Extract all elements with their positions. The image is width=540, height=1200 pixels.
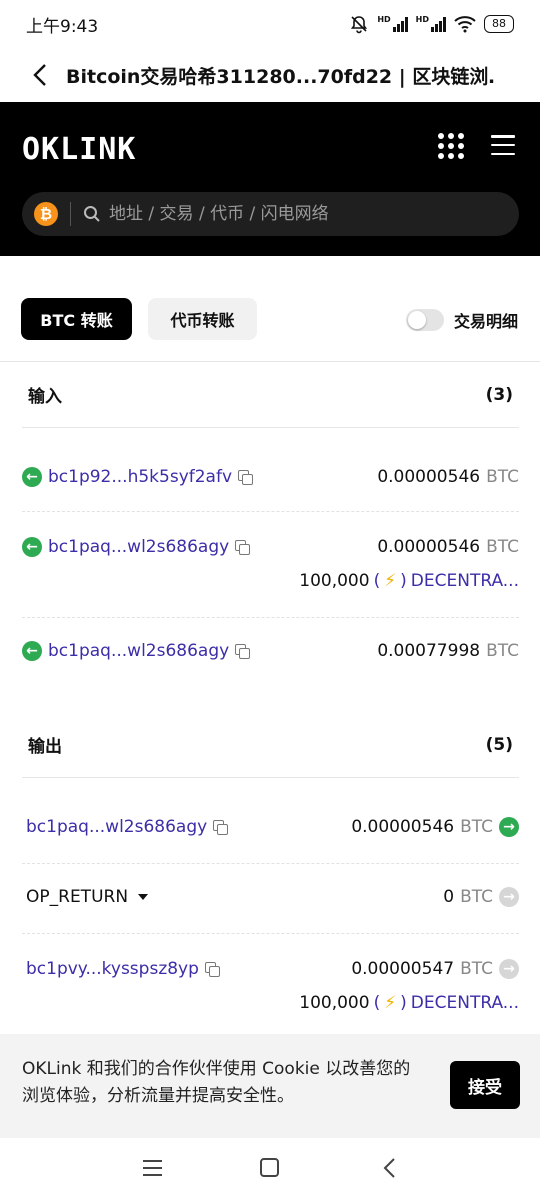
input-row: ← bc1paq...wl2s686agy 0.00000546 BTC 100…: [22, 512, 519, 618]
output-arrow-icon: →: [499, 887, 519, 907]
output-amount: 0.00000546: [351, 817, 455, 837]
oklink-logo[interactable]: OKLINK: [22, 132, 136, 167]
signal-icon-1: [392, 16, 408, 32]
output-amount: 0.00000547: [351, 959, 455, 979]
inputs-label: 输入: [28, 387, 62, 407]
output-row: bc1pvy...kysspsz8yp 0.00000547 BTC → 100…: [22, 934, 519, 1034]
detail-toggle-label: 交易明细: [453, 312, 518, 331]
outputs-label: 输出: [28, 737, 62, 757]
token-name[interactable]: DECENTRA...: [411, 571, 519, 591]
dropdown-caret-icon[interactable]: [138, 894, 149, 900]
bitcoin-chain-icon[interactable]: ₿: [34, 202, 58, 226]
battery-icon: 88: [484, 15, 514, 33]
accept-cookie-button[interactable]: 接受: [450, 1061, 520, 1109]
copy-icon[interactable]: [213, 819, 229, 835]
cookie-banner: OKLink 和我们的合作伙伴使用 Cookie 以改善您的浏览体验，分析流量并…: [0, 1034, 540, 1138]
copy-icon[interactable]: [235, 539, 251, 555]
tab-btc-transfer[interactable]: BTC 转账: [21, 298, 132, 340]
token-paren-close: ): [400, 571, 407, 591]
inputs-count: (3): [485, 384, 513, 405]
output-address[interactable]: bc1pvy...kysspsz8yp: [26, 959, 199, 979]
input-unit: BTC: [486, 537, 519, 557]
input-arrow-icon: ←: [22, 641, 42, 661]
hd-badge-2: HD: [415, 14, 429, 24]
browser-title-bar: Bitcoin交易哈希311280...70fd22 | 区块链浏…: [0, 48, 540, 102]
input-address[interactable]: bc1paq...wl2s686agy: [48, 537, 229, 557]
back-arrow-icon[interactable]: [26, 61, 54, 89]
input-row: ← bc1paq...wl2s686agy 0.00077998 BTC: [22, 618, 519, 688]
home-icon[interactable]: [260, 1158, 279, 1177]
search-input[interactable]: [109, 204, 489, 224]
copy-icon[interactable]: [238, 469, 254, 485]
detail-toggle-switch[interactable]: [405, 309, 444, 331]
inputs-header: 输入 (3): [22, 362, 519, 428]
status-bar: 上午9:43 HD HD 88: [0, 0, 540, 48]
recent-apps-icon[interactable]: [143, 1160, 162, 1176]
token-paren-open: (: [373, 993, 381, 1013]
wifi-icon: [454, 16, 476, 33]
output-row: bc1paq...wl2s686agy 0.00000546 BTC →: [22, 794, 519, 864]
output-amount: 0: [443, 887, 455, 907]
input-address[interactable]: bc1paq...wl2s686agy: [48, 641, 229, 661]
status-time: 上午9:43: [26, 16, 99, 37]
op-return-label[interactable]: OP_RETURN: [26, 887, 128, 907]
detail-toggle-group: 交易明细: [405, 308, 518, 332]
output-row: OP_RETURN 0 BTC →: [22, 864, 519, 934]
token-name[interactable]: DECENTRA...: [411, 993, 519, 1013]
page-title: Bitcoin交易哈希311280...70fd22 | 区块链浏…: [66, 65, 496, 88]
lightning-icon: ⚡: [384, 993, 397, 1013]
token-paren-close: ): [400, 993, 407, 1013]
system-nav-bar: [0, 1138, 540, 1200]
output-address[interactable]: bc1paq...wl2s686agy: [26, 817, 207, 837]
input-unit: BTC: [486, 641, 519, 661]
token-amount: 100,000: [299, 993, 370, 1013]
tab-token-transfer[interactable]: 代币转账: [148, 298, 257, 340]
copy-icon[interactable]: [204, 961, 220, 977]
copy-icon[interactable]: [235, 643, 251, 659]
input-arrow-icon: ←: [22, 537, 42, 557]
lightning-icon: ⚡: [384, 571, 397, 591]
search-bar[interactable]: ₿: [22, 192, 519, 236]
search-divider: [70, 202, 71, 226]
cookie-text: OKLink 和我们的合作伙伴使用 Cookie 以改善您的浏览体验，分析流量并…: [22, 1059, 411, 1106]
mute-bell-icon: [351, 16, 368, 34]
input-amount: 0.00000546: [377, 537, 481, 557]
input-row: ← bc1p92...h5k5syf2afv 0.00000546 BTC: [22, 442, 519, 512]
system-back-icon[interactable]: [380, 1157, 400, 1179]
site-header: OKLINK ₿: [0, 102, 540, 256]
output-unit: BTC: [460, 817, 493, 837]
input-amount: 0.00000546: [377, 467, 481, 487]
input-arrow-icon: ←: [22, 467, 42, 487]
outputs-header: 输出 (5): [22, 712, 519, 778]
signal-icon-2: [431, 16, 446, 32]
token-amount: 100,000: [299, 571, 370, 591]
search-icon: [84, 206, 100, 222]
input-amount: 0.00077998: [377, 641, 481, 661]
hd-badge-1: HD: [377, 14, 391, 24]
outputs-count: (5): [485, 734, 513, 755]
input-address[interactable]: bc1p92...h5k5syf2afv: [48, 467, 232, 487]
transfer-tabs: BTC 转账 代币转账 交易明细: [0, 256, 540, 362]
token-paren-open: (: [373, 571, 381, 591]
apps-grid-icon[interactable]: [438, 133, 464, 159]
output-unit: BTC: [460, 887, 493, 907]
status-icons: HD HD 88: [349, 14, 514, 34]
input-unit: BTC: [486, 467, 519, 487]
output-arrow-icon[interactable]: →: [499, 817, 519, 837]
hamburger-menu-icon[interactable]: [491, 135, 515, 155]
output-unit: BTC: [460, 959, 493, 979]
output-arrow-icon: →: [499, 959, 519, 979]
